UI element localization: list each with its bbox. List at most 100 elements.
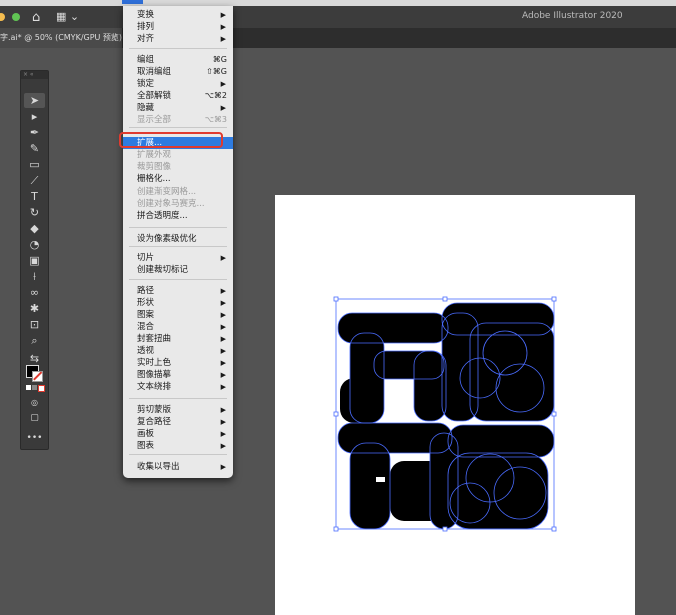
submenu-arrow-icon: ▶ (220, 11, 226, 19)
app-title: Adobe Illustrator 2020 (522, 11, 623, 21)
menu-separator (129, 227, 227, 228)
submenu-arrow-icon: ▶ (220, 254, 226, 262)
rectangle-tool-icon[interactable]: ▭ (24, 157, 45, 172)
draw-mode-icon[interactable]: ◎ (24, 395, 45, 410)
submenu-arrow-icon: ▶ (220, 418, 226, 426)
menu-item-label: 混合 (137, 322, 155, 332)
menu-item-label: 形状 (137, 298, 155, 308)
submenu-arrow-icon: ▶ (220, 35, 226, 43)
menu-separator (129, 127, 227, 128)
menu-item-label: 裁剪图像 (137, 162, 172, 172)
menu-item[interactable]: 图表 ▶ (123, 440, 233, 452)
tools-panel: × « ➤ ▸ ✒ ✎ ▭ ⟋ T ↻ ◆ ◔ ▣ ⟊ ∞ ✱ ⊡ ⌕ ⇆ ◎ … (20, 70, 49, 450)
menu-item[interactable]: 透视 ▶ (123, 345, 233, 357)
pen-tool-icon[interactable]: ✒ (24, 125, 45, 140)
menu-item-shortcut: ⇧⌘G (206, 67, 227, 76)
eyedropper-tool-icon[interactable]: ⟊ (24, 269, 45, 284)
color-mode-icon[interactable] (26, 385, 31, 390)
menu-item: 扩展外观 (123, 149, 233, 161)
gradient-mode-icon[interactable] (32, 385, 37, 390)
menu-item-label: 文本绕排 (137, 382, 172, 392)
menu-item[interactable]: 锁定 ▶ (123, 78, 233, 90)
menu-item-label: 栅格化... (137, 174, 171, 184)
eraser-tool-icon[interactable]: ◆ (24, 221, 45, 236)
submenu-arrow-icon: ▶ (220, 359, 226, 367)
menu-item[interactable]: 栅格化... (123, 173, 233, 185)
document-tab[interactable]: 字.ai* @ 50% (CMYK/GPU 预览) × (0, 28, 122, 48)
curvature-tool-icon[interactable]: ✎ (24, 141, 45, 156)
menubar-object-menu[interactable] (122, 0, 143, 4)
direct-selection-tool-icon[interactable]: ▸ (24, 109, 45, 124)
zoom-tool-icon[interactable]: ⌕ (24, 333, 45, 348)
menu-item[interactable]: 全部解锁 ⌥⌘2 (123, 90, 233, 102)
menu-item[interactable]: 实时上色 ▶ (123, 357, 233, 369)
paintbrush-tool-icon[interactable]: ⟋ (24, 173, 45, 188)
menu-item[interactable]: 编组 ⌘G (123, 54, 233, 66)
gradient-tool-icon[interactable]: ▣ (24, 253, 45, 268)
zoom-window-button[interactable] (12, 13, 20, 21)
submenu-arrow-icon: ▶ (220, 299, 226, 307)
menu-item[interactable]: 隐藏 ▶ (123, 102, 233, 114)
home-icon[interactable]: ⌂ (32, 10, 40, 25)
menu-item-label: 路径 (137, 286, 155, 296)
menu-item[interactable]: 路径 ▶ (123, 285, 233, 297)
minimize-window-button[interactable] (0, 13, 5, 21)
menu-item[interactable]: 形状 ▶ (123, 297, 233, 309)
menu-item-label: 图像描摹 (137, 370, 172, 380)
menu-item[interactable]: 画板 ▶ (123, 428, 233, 440)
menu-item[interactable]: 图像描摹 ▶ (123, 369, 233, 381)
submenu-arrow-icon: ▶ (220, 311, 226, 319)
menu-item[interactable]: 图案 ▶ (123, 309, 233, 321)
workspace-switcher-icon[interactable]: ▦ ⌄ (56, 10, 79, 23)
menu-item[interactable]: 文本绕排 ▶ (123, 381, 233, 393)
close-icon[interactable]: × (110, 28, 118, 48)
swap-fill-stroke-icon[interactable]: ⇆ (24, 351, 45, 366)
menu-item[interactable]: 设为像素级优化 (123, 233, 233, 245)
menu-item-label: 编组 (137, 55, 155, 65)
symbol-sprayer-tool-icon[interactable]: ✱ (24, 301, 45, 316)
rotate-tool-icon[interactable]: ↻ (24, 205, 45, 220)
selected-artwork-group[interactable] (330, 293, 560, 533)
menu-item[interactable]: 切片 ▶ (123, 252, 233, 264)
menu-item-label: 画板 (137, 429, 155, 439)
submenu-arrow-icon: ▶ (220, 287, 226, 295)
submenu-arrow-icon: ▶ (220, 347, 226, 355)
blend-tool-icon[interactable]: ∞ (24, 285, 45, 300)
artboard-tool-icon[interactable]: ⊡ (24, 317, 45, 332)
tools-panel-header[interactable]: × « (21, 71, 48, 79)
menu-item-label: 取消编组 (137, 67, 172, 77)
menu-item-label: 封套扭曲 (137, 334, 172, 344)
submenu-arrow-icon: ▶ (220, 371, 226, 379)
menu-item[interactable]: 排列 ▶ (123, 21, 233, 33)
none-mode-icon[interactable] (38, 385, 45, 392)
menu-item[interactable]: 拼合透明度... (123, 210, 233, 222)
object-menu-dropdown: 变换 ▶ 排列 ▶ 对齐 ▶ 编组 ⌘G 取消编组 ⇧⌘G 锁定 ▶ 全部解锁 ⌥⌘2 隐藏 ▶ 显示全部 ⌥⌘3… (123, 6, 233, 478)
menu-item-label: 创建对象马赛克... (137, 199, 205, 209)
more-tools-icon[interactable]: ••• (24, 431, 45, 446)
menu-item[interactable]: 复合路径 ▶ (123, 416, 233, 428)
submenu-arrow-icon: ▶ (220, 442, 226, 450)
menu-separator (129, 246, 227, 247)
menu-item[interactable]: 取消编组 ⇧⌘G (123, 66, 233, 78)
menu-item-label: 创建裁切标记 (137, 265, 189, 275)
menu-item-label: 锁定 (137, 79, 155, 89)
menu-item[interactable]: 剪切蒙版 ▶ (123, 404, 233, 416)
type-tool-icon[interactable]: T (24, 189, 45, 204)
menu-item[interactable]: 变换 ▶ (123, 9, 233, 21)
menu-item[interactable]: 混合 ▶ (123, 321, 233, 333)
menu-item-label: 剪切蒙版 (137, 405, 172, 415)
screen-mode-icon[interactable]: ▢ (24, 411, 45, 426)
menu-item-label: 排列 (137, 22, 155, 32)
menu-item[interactable]: 封套扭曲 ▶ (123, 333, 233, 345)
menu-separator (129, 454, 227, 455)
menu-item-label: 透视 (137, 346, 155, 356)
menu-item[interactable]: 收集以导出 ▶ (123, 461, 233, 473)
stroke-swatch[interactable] (32, 371, 43, 382)
menu-item[interactable]: 对齐 ▶ (123, 33, 233, 45)
menu-separator (129, 279, 227, 280)
shape-builder-tool-icon[interactable]: ◔ (24, 237, 45, 252)
menu-item[interactable]: 创建裁切标记 (123, 264, 233, 276)
submenu-arrow-icon: ▶ (220, 335, 226, 343)
menu-item-label: 扩展外观 (137, 150, 172, 160)
selection-tool-icon[interactable]: ➤ (24, 93, 45, 108)
